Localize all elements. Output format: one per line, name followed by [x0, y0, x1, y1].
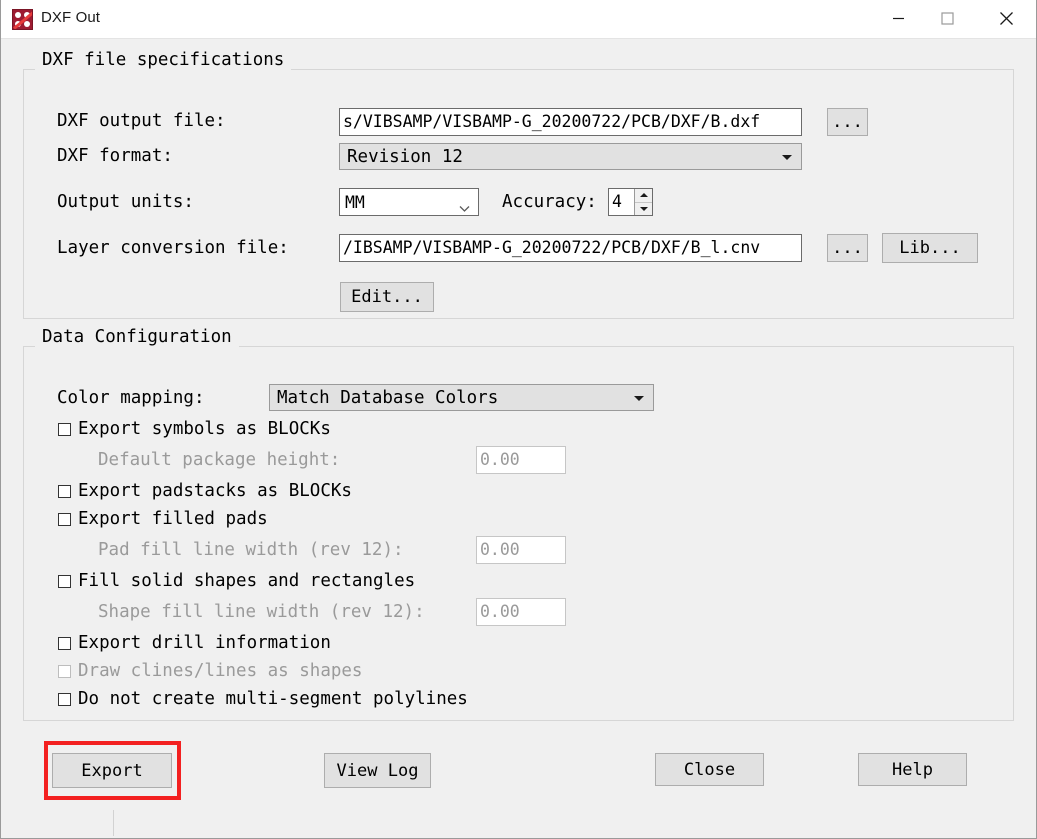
- checkbox-export-filled-pads[interactable]: Export filled pads: [58, 509, 268, 529]
- checkbox-label: Export filled pads: [78, 509, 268, 529]
- output-units-combobox[interactable]: MM: [339, 188, 479, 216]
- checkbox-box[interactable]: [58, 693, 71, 706]
- minimize-icon: [892, 12, 905, 25]
- checkbox-box[interactable]: [58, 423, 71, 436]
- bottom-divider: [113, 810, 114, 836]
- checkbox-no-multi-segment-polylines[interactable]: Do not create multi-segment polylines: [58, 689, 468, 709]
- checkbox-label: Do not create multi-segment polylines: [78, 689, 468, 709]
- layer-conversion-lib-button[interactable]: Lib...: [882, 233, 978, 263]
- checkbox-export-padstacks-as-blocks[interactable]: Export padstacks as BLOCKs: [58, 481, 352, 501]
- arrow-up-icon: [640, 193, 648, 197]
- dxf-file-specifications-title: DXF file specifications: [35, 50, 291, 70]
- color-mapping-label: Color mapping:: [57, 388, 205, 408]
- accuracy-label: Accuracy:: [502, 192, 597, 212]
- checkbox-export-symbols-as-blocks[interactable]: Export symbols as BLOCKs: [58, 419, 331, 439]
- dxf-output-file-label: DXF output file:: [57, 111, 226, 131]
- accuracy-decrement-button[interactable]: [635, 203, 652, 216]
- pad-fill-line-width-input: 0.00: [476, 536, 566, 564]
- layer-conversion-browse-button[interactable]: ...: [827, 234, 868, 262]
- layer-conversion-file-input[interactable]: /IBSAMP/VISBAMP-G_20200722/PCB/DXF/B_l.c…: [339, 234, 802, 262]
- checkbox-label: Draw clines/lines as shapes: [78, 661, 362, 681]
- checkbox-box[interactable]: [58, 513, 71, 526]
- checkbox-label: Export padstacks as BLOCKs: [78, 481, 352, 501]
- color-mapping-value: Match Database Colors: [277, 388, 498, 408]
- dxf-format-value: Revision 12: [347, 147, 463, 167]
- dxf-format-label: DXF format:: [57, 146, 173, 166]
- dxf-app-icon: [12, 9, 33, 30]
- title-bar: DXF Out: [1, 0, 1036, 39]
- chevron-down-icon: [459, 198, 470, 217]
- default-package-height-input: 0.00: [476, 446, 566, 474]
- view-log-button[interactable]: View Log: [324, 753, 431, 788]
- chevron-down-icon: [634, 396, 644, 401]
- checkbox-label: Fill solid shapes and rectangles: [78, 571, 415, 591]
- dxf-output-file-browse-button[interactable]: ...: [827, 108, 868, 136]
- chevron-down-icon: [782, 155, 792, 160]
- window-title: DXF Out: [41, 9, 100, 26]
- close-button-footer[interactable]: Close: [655, 753, 764, 786]
- dxf-output-file-input[interactable]: s/VIBSAMP/VISBAMP-G_20200722/PCB/DXF/B.d…: [339, 108, 802, 136]
- accuracy-increment-button[interactable]: [635, 189, 652, 203]
- checkbox-label: Export drill information: [78, 633, 331, 653]
- maximize-icon: [941, 12, 954, 25]
- close-icon: [999, 11, 1014, 26]
- shape-fill-line-width-label: Shape fill line width (rev 12):: [98, 602, 425, 622]
- checkbox-fill-solid-shapes-and-rectangles[interactable]: Fill solid shapes and rectangles: [58, 571, 415, 591]
- export-button[interactable]: Export: [52, 753, 172, 788]
- dxf-format-combobox[interactable]: Revision 12: [339, 143, 802, 170]
- checkbox-box[interactable]: [58, 485, 71, 498]
- checkbox-label: Export symbols as BLOCKs: [78, 419, 331, 439]
- maximize-button[interactable]: [924, 0, 971, 37]
- output-units-value: MM: [345, 193, 365, 212]
- shape-fill-line-width-input: 0.00: [476, 598, 566, 626]
- close-button[interactable]: [983, 0, 1030, 37]
- data-configuration-title: Data Configuration: [35, 327, 239, 347]
- checkbox-box[interactable]: [58, 575, 71, 588]
- pad-fill-line-width-label: Pad fill line width (rev 12):: [98, 540, 404, 560]
- default-package-height-label: Default package height:: [98, 450, 340, 470]
- color-mapping-combobox[interactable]: Match Database Colors: [269, 384, 654, 411]
- accuracy-value[interactable]: 4: [609, 189, 634, 215]
- arrow-down-icon: [640, 207, 648, 211]
- checkbox-box: [58, 665, 71, 678]
- checkbox-box[interactable]: [58, 637, 71, 650]
- accuracy-stepper-buttons[interactable]: [634, 189, 652, 215]
- checkbox-export-drill-information[interactable]: Export drill information: [58, 633, 331, 653]
- layer-conversion-file-label: Layer conversion file:: [57, 238, 289, 258]
- dxf-out-dialog: DXF Out DXF file specifications DXF outp…: [0, 0, 1037, 839]
- accuracy-stepper[interactable]: 4: [608, 188, 653, 216]
- output-units-label: Output units:: [57, 192, 194, 212]
- help-button[interactable]: Help: [858, 753, 967, 786]
- minimize-button[interactable]: [875, 0, 922, 37]
- edit-button[interactable]: Edit...: [340, 282, 434, 312]
- checkbox-draw-clines-as-shapes: Draw clines/lines as shapes: [58, 661, 362, 681]
